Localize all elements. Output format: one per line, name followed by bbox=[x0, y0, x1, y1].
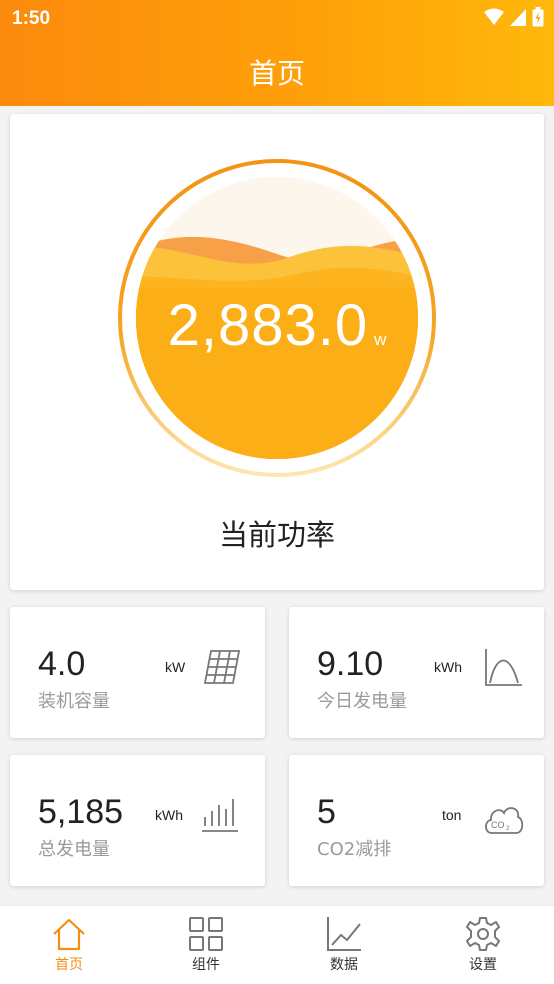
status-time: 1:50 bbox=[12, 8, 51, 29]
power-readout: 2,883.0 w bbox=[10, 292, 544, 359]
installed-capacity-card[interactable]: 4.0 装机容量 kW bbox=[10, 607, 265, 738]
stat-unit: kW bbox=[165, 659, 186, 675]
wifi-icon bbox=[484, 8, 504, 25]
nav-item-home[interactable]: 首页 bbox=[14, 916, 124, 974]
stat-label: 今日发电量 bbox=[317, 691, 407, 712]
nav-label: 设置 bbox=[469, 957, 497, 973]
grid-icon bbox=[189, 917, 223, 951]
page-title: 首页 bbox=[248, 57, 305, 90]
status-icons bbox=[484, 7, 544, 27]
stat-unit: ton bbox=[442, 807, 462, 823]
svg-text:CO: CO bbox=[491, 820, 505, 830]
home-icon bbox=[53, 918, 85, 951]
stat-value: 9.10 bbox=[317, 645, 384, 683]
stat-value: 5 bbox=[317, 793, 336, 831]
gear-icon bbox=[466, 917, 500, 951]
stat-label: 装机容量 bbox=[38, 691, 110, 712]
app-header: 1:50 首页 bbox=[0, 0, 554, 106]
stat-value: 4.0 bbox=[38, 645, 86, 683]
stat-label: 总发电量 bbox=[38, 839, 110, 860]
current-power-card: 2,883.0 w 当前功率 bbox=[10, 114, 544, 590]
nav-label: 首页 bbox=[55, 957, 83, 973]
co2-cloud-icon: CO 2 bbox=[484, 807, 524, 834]
nav-item-data[interactable]: 数据 bbox=[289, 916, 399, 974]
bar-columns-icon bbox=[202, 799, 238, 832]
line-chart-icon bbox=[327, 917, 361, 951]
generation-curve-icon bbox=[485, 649, 522, 686]
co2-reduction-card[interactable]: 5 CO2减排 ton CO 2 bbox=[289, 755, 544, 886]
stat-value: 5,185 bbox=[38, 793, 124, 831]
nav-label: 数据 bbox=[330, 957, 358, 973]
stat-label: CO2减排 bbox=[317, 839, 392, 860]
power-value: 2,883.0 bbox=[167, 293, 369, 358]
total-generation-card[interactable]: 5,185 总发电量 kWh bbox=[10, 755, 265, 886]
stat-unit: kWh bbox=[155, 807, 183, 823]
stat-unit: kWh bbox=[434, 659, 462, 675]
nav-item-components[interactable]: 组件 bbox=[151, 916, 261, 974]
nav-label: 组件 bbox=[192, 957, 220, 973]
svg-text:2: 2 bbox=[506, 826, 510, 832]
battery-icon bbox=[532, 7, 544, 27]
cell-signal-icon bbox=[510, 8, 526, 26]
solar-panel-icon bbox=[203, 650, 241, 684]
power-label: 当前功率 bbox=[218, 518, 335, 552]
bottom-navigation: 首页 组件 数据 设置 bbox=[0, 905, 554, 984]
power-unit: w bbox=[374, 330, 387, 349]
nav-item-settings[interactable]: 设置 bbox=[428, 916, 538, 974]
today-generation-card[interactable]: 9.10 今日发电量 kWh bbox=[289, 607, 544, 738]
